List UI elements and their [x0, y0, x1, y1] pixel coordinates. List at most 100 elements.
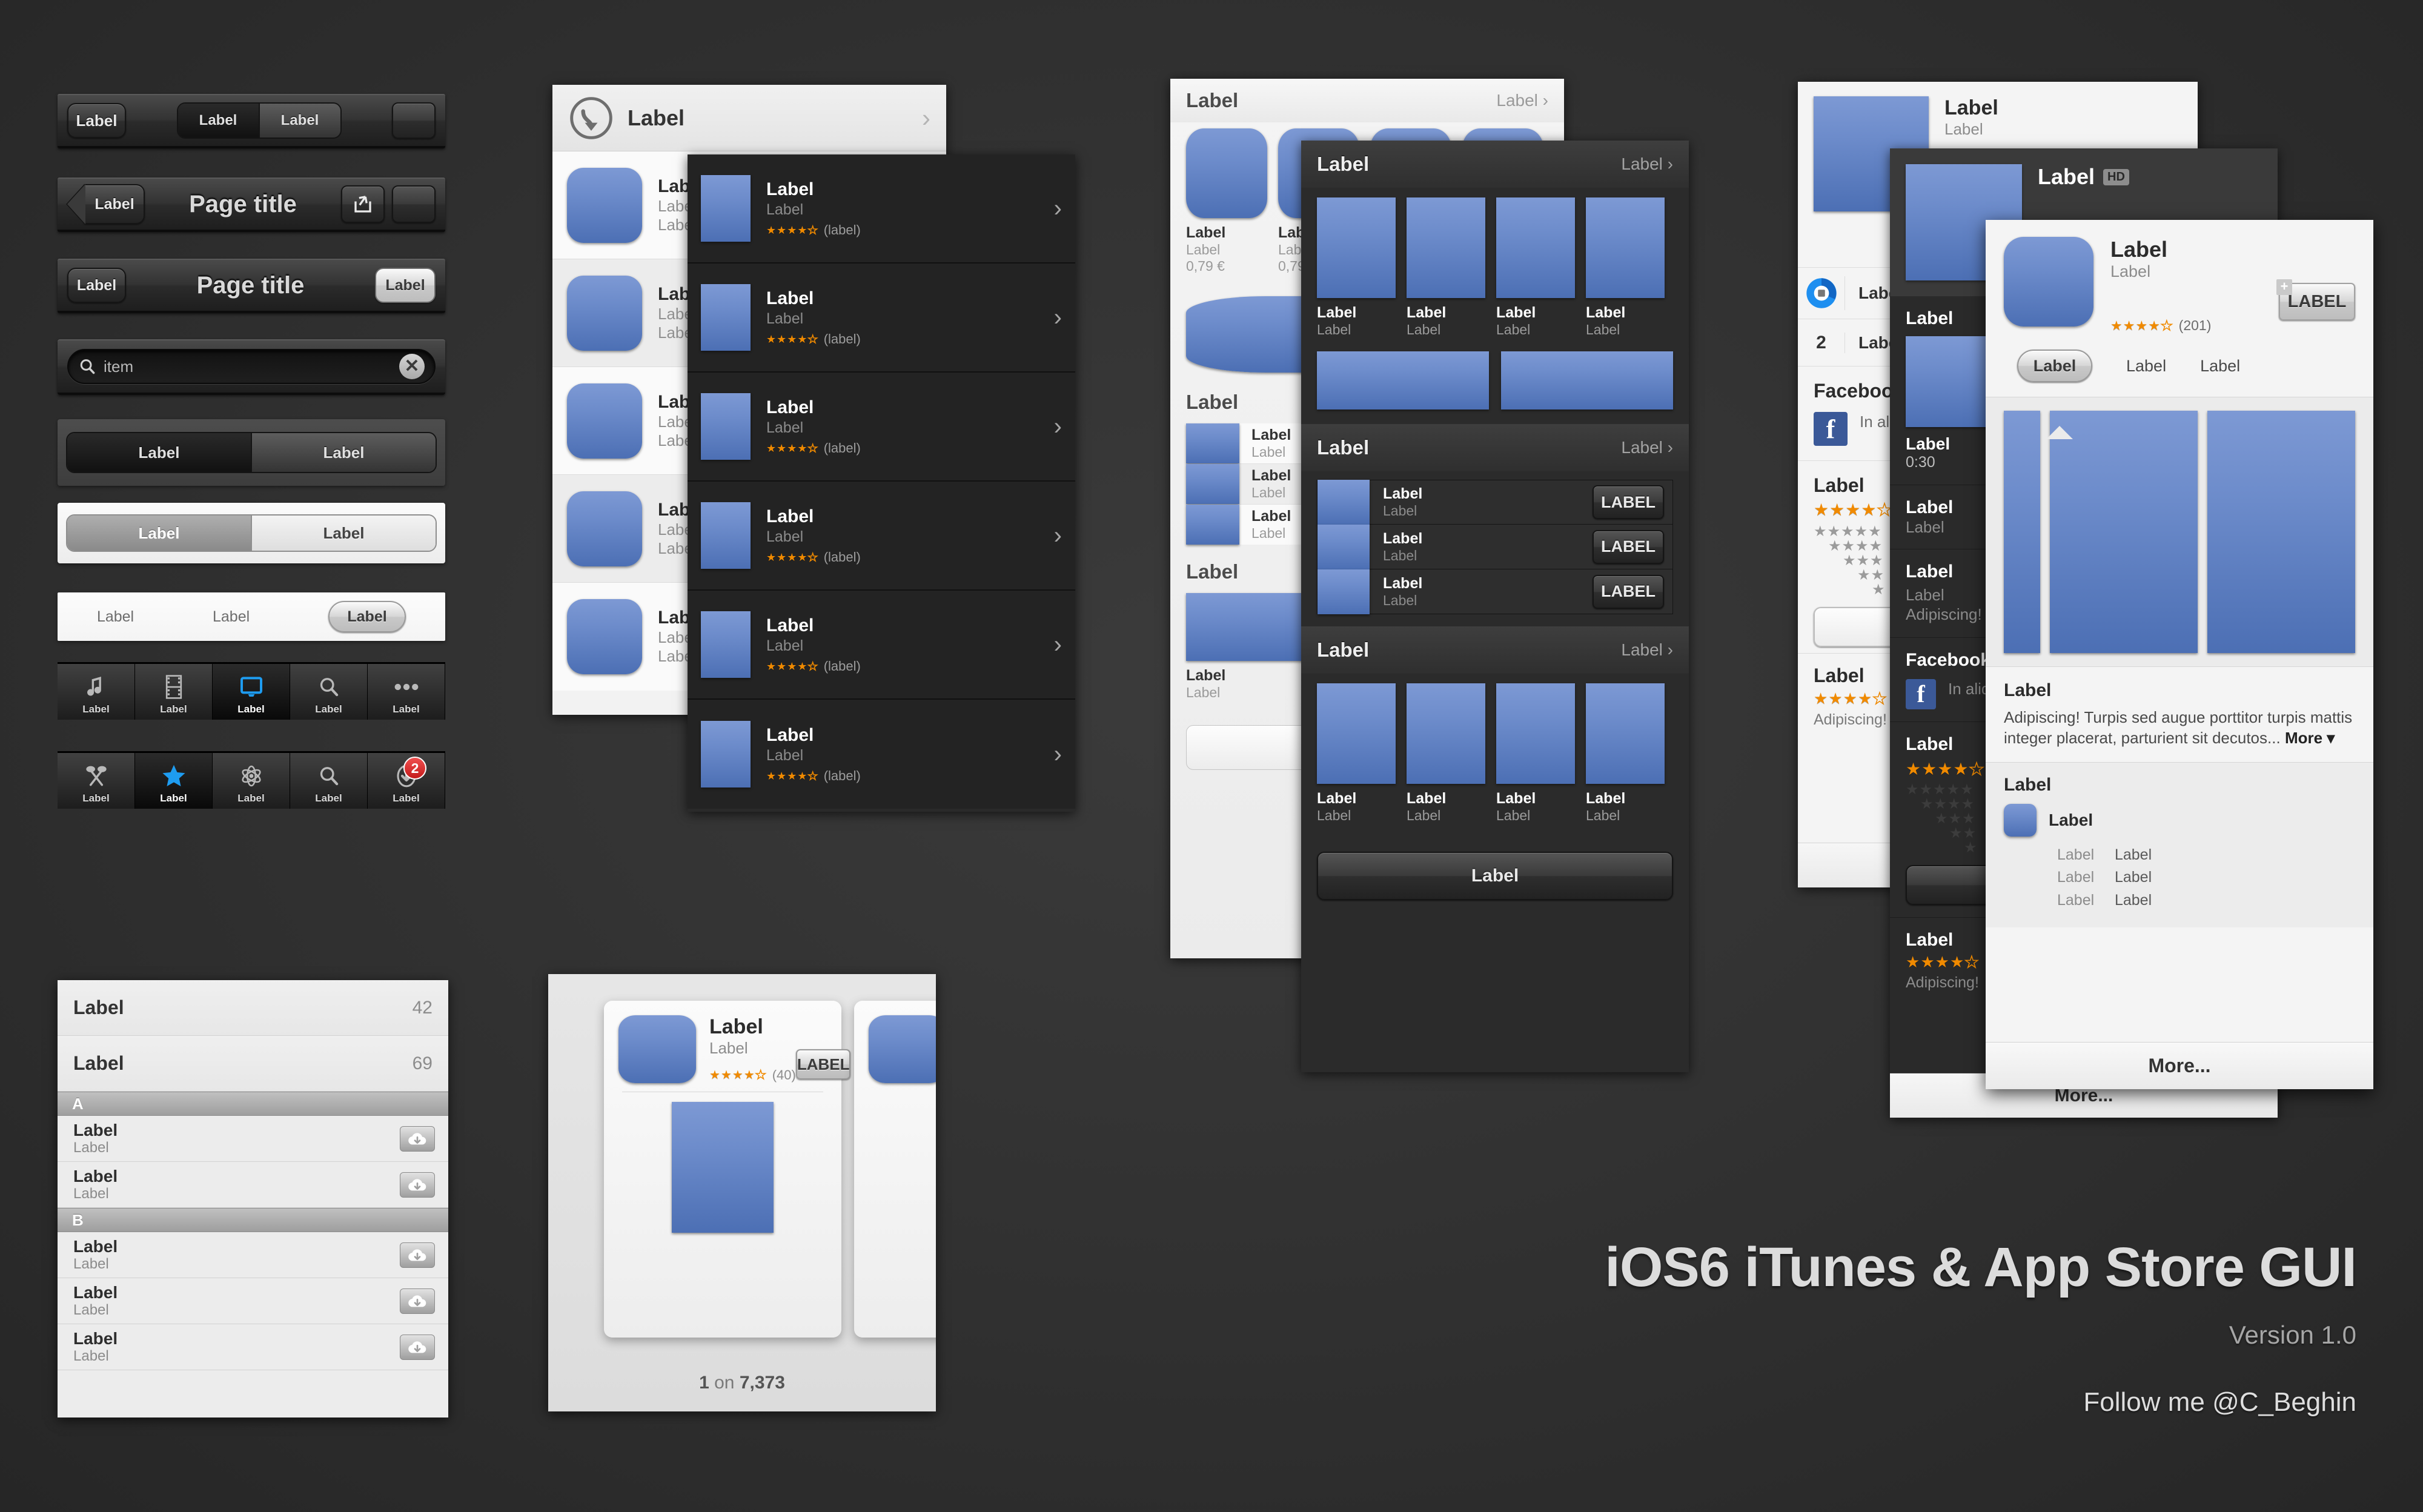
- clear-icon[interactable]: ✕: [399, 354, 425, 379]
- back-button[interactable]: Label: [84, 184, 145, 224]
- cloud-download-icon[interactable]: [400, 1242, 435, 1268]
- cover-flow-card-next[interactable]: [854, 1001, 936, 1338]
- tab2-item-3[interactable]: Label: [290, 753, 368, 809]
- artwork-thumbnail: [1317, 197, 1396, 298]
- page-title: Page title: [196, 271, 305, 299]
- item-title: Label: [1407, 304, 1447, 321]
- buy-button[interactable]: LABEL: [1593, 529, 1664, 564]
- list-item[interactable]: Label Label ★ ★ ★ ★ ★ (label) ›: [688, 482, 1075, 591]
- tab-item-2[interactable]: Label: [213, 664, 290, 720]
- light-list-header[interactable]: Label ›: [552, 85, 946, 151]
- store-footer-button[interactable]: Label: [1317, 852, 1673, 900]
- popover-tab-2[interactable]: Label: [2200, 357, 2240, 376]
- list-item[interactable]: Label Label ★ ★ ★ ★ ★ (label) ›: [688, 373, 1075, 482]
- store-list-row[interactable]: Label Label LABEL: [1317, 480, 1673, 525]
- store-grid-item[interactable]: Label Label: [1407, 683, 1485, 824]
- cloud-download-icon[interactable]: [400, 1172, 435, 1198]
- toolbar-item-1[interactable]: Label: [213, 608, 250, 626]
- store-grid-item[interactable]: Label Label: [1496, 683, 1575, 824]
- tab-item-0[interactable]: Label: [58, 664, 135, 720]
- artwork-screenshot: [2050, 411, 2198, 653]
- segment-dark-1[interactable]: Label: [251, 433, 436, 472]
- popover-footer-more[interactable]: More...: [1986, 1042, 2373, 1089]
- navbar-2: Label Page title: [58, 177, 445, 232]
- section-more[interactable]: Label ›: [1621, 438, 1673, 457]
- popover-tab-1[interactable]: Label: [2126, 357, 2166, 376]
- list-row-count[interactable]: Label 42: [58, 980, 448, 1036]
- navbar3-right-button[interactable]: Label: [375, 268, 436, 303]
- tab2-item-1[interactable]: Label: [135, 753, 213, 809]
- buy-button[interactable]: LABEL: [795, 1049, 851, 1079]
- store-list-row[interactable]: Label Label LABEL: [1317, 569, 1673, 614]
- cloud-download-icon[interactable]: [400, 1334, 435, 1360]
- list-item[interactable]: Label Label ★ ★ ★ ★ ★ (label) ›: [688, 591, 1075, 700]
- store-grid-item[interactable]: Label Label: [1586, 197, 1665, 338]
- segment-light-1[interactable]: Label: [251, 516, 436, 551]
- navbar1-segment-0[interactable]: Label: [177, 104, 259, 138]
- section-title: Label: [1186, 89, 1239, 111]
- hamburger-icon[interactable]: [392, 102, 436, 139]
- list-item[interactable]: Label Label: [58, 1116, 448, 1162]
- store-grid-item[interactable]: Label Label: [1586, 683, 1665, 824]
- share-icon[interactable]: [341, 185, 385, 223]
- section-more[interactable]: Label ›: [1621, 640, 1673, 660]
- item-title: Label: [1251, 467, 1291, 484]
- tab-item-4[interactable]: Label: [368, 664, 445, 720]
- toolbar-item-2[interactable]: Label: [328, 601, 406, 632]
- buy-button[interactable]: LABEL: [1593, 485, 1664, 519]
- plus-icon[interactable]: +: [2276, 279, 2292, 295]
- rating-stars: ★ ★ ★ ★ ★: [766, 442, 818, 454]
- segment-dark-0[interactable]: Label: [67, 433, 251, 472]
- navbar-3: Label Page title Label: [58, 259, 445, 313]
- segment-light-0[interactable]: Label: [67, 516, 251, 551]
- chevron-right-icon: ›: [922, 103, 930, 132]
- rating-stars: ★ ★ ★ ★ ★: [2110, 317, 2173, 333]
- store-grid-item[interactable]: Label Label: [1317, 683, 1396, 824]
- section-more[interactable]: Label ›: [1496, 91, 1548, 110]
- pagination-label: 1 on 7,373: [548, 1373, 936, 1393]
- segmented-control-dark[interactable]: Label Label: [66, 432, 437, 473]
- section-more[interactable]: Label ›: [1621, 154, 1673, 174]
- navbar3-left-button[interactable]: Label: [67, 268, 126, 303]
- list-item[interactable]: Label Label: [58, 1278, 448, 1324]
- navbar1-left-button[interactable]: Label: [67, 103, 126, 138]
- list-row-count[interactable]: Label 69: [58, 1036, 448, 1092]
- store-grid-item[interactable]: Label Label: [1496, 197, 1575, 338]
- item-title: Label: [766, 615, 814, 635]
- item-subtitle: Label: [766, 310, 804, 327]
- tab-item-3[interactable]: Label: [290, 664, 368, 720]
- item-title: Label: [766, 724, 814, 745]
- artwork-thumbnail: [2004, 803, 2037, 837]
- cloud-download-icon[interactable]: [400, 1126, 435, 1152]
- description-more-link[interactable]: More ▾: [2285, 729, 2335, 747]
- search-input[interactable]: item ✕: [67, 349, 436, 384]
- tab2-item-4[interactable]: 2 Label: [368, 753, 445, 809]
- list-item[interactable]: Label Label: [58, 1162, 448, 1208]
- tab2-item-2[interactable]: Label: [213, 753, 290, 809]
- rating-bar: ★ ★ ★ ★ ★: [1814, 523, 1881, 540]
- list-item[interactable]: Label Label ★ ★ ★ ★ ★ (label) ›: [688, 154, 1075, 264]
- navbar1-segment-1[interactable]: Label: [258, 104, 340, 138]
- item-title: Label: [766, 288, 814, 308]
- popover-tab-0[interactable]: Label: [2017, 350, 2092, 382]
- tab2-item-0[interactable]: Label: [58, 753, 135, 809]
- store-list-row[interactable]: Label Label LABEL: [1317, 524, 1673, 569]
- list-item[interactable]: Label Label: [58, 1232, 448, 1278]
- item-price: 0,79 €: [1186, 258, 1225, 274]
- buy-button[interactable]: LABEL: [1593, 574, 1664, 609]
- store-grid-item[interactable]: Label Label 0,79 €: [1186, 128, 1267, 274]
- related-item-title: Label: [2049, 810, 2093, 829]
- segmented-control-light[interactable]: Label Label: [66, 514, 437, 552]
- hamburger-icon[interactable]: [392, 185, 436, 223]
- list-item[interactable]: Label Label ★ ★ ★ ★ ★ (label) ›: [688, 700, 1075, 809]
- navbar1-segmented-control[interactable]: Label Label: [176, 102, 342, 139]
- store-grid-item[interactable]: Label Label: [1407, 197, 1485, 338]
- list-item[interactable]: Label Label ★ ★ ★ ★ ★ (label) ›: [688, 264, 1075, 373]
- list-item[interactable]: Label Label: [58, 1324, 448, 1370]
- tab-item-1[interactable]: Label: [135, 664, 213, 720]
- store-grid-item[interactable]: Label Label: [1317, 197, 1396, 338]
- chevron-right-icon: ›: [1053, 194, 1062, 222]
- cloud-download-icon[interactable]: [400, 1288, 435, 1314]
- cover-flow-card[interactable]: Label Label ★ ★ ★ ★ ★ (40) LABEL: [604, 1001, 851, 1338]
- toolbar-item-0[interactable]: Label: [97, 608, 134, 626]
